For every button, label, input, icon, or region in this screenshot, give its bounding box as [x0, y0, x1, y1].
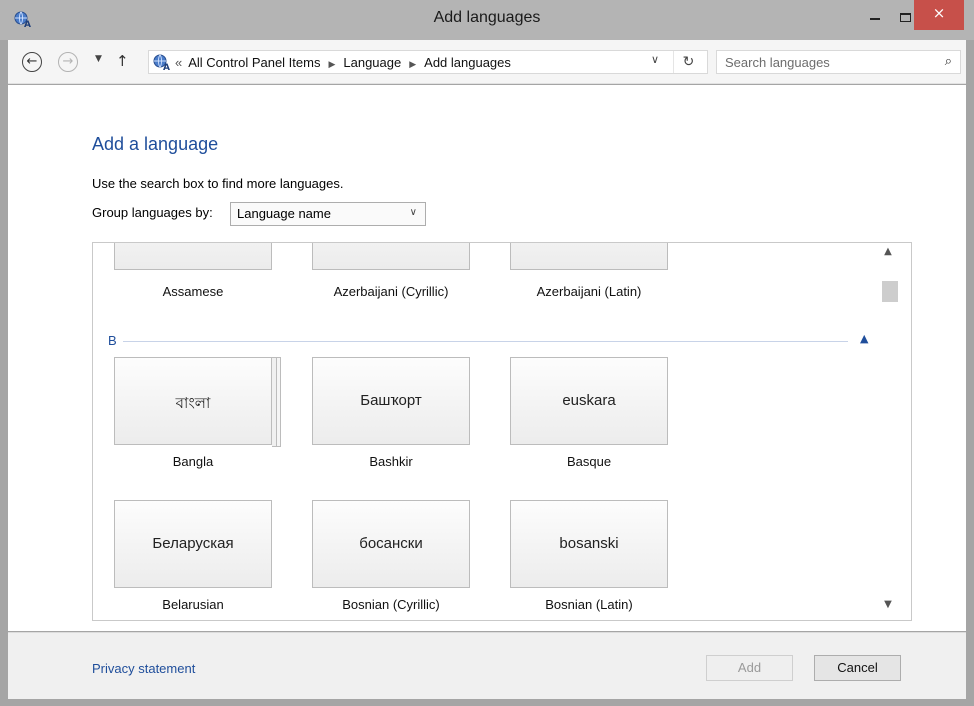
refresh-icon: ↻ [682, 54, 695, 70]
address-bar[interactable]: A « All Control Panel Items ▶ Language ▶ Add … [148, 50, 708, 74]
language-tile-basque[interactable]: euskara [510, 357, 668, 445]
dialog-footer: Privacy statement Add Cancel [8, 632, 966, 699]
language-tile-bosnian-cyrillic[interactable]: босански [312, 500, 470, 588]
forward-button[interactable]: → [58, 52, 78, 72]
breadcrumb-separator-icon[interactable]: ▶ [328, 59, 335, 69]
language-tile-azerbaijani-cyrillic[interactable] [312, 243, 470, 270]
privacy-statement-link[interactable]: Privacy statement [92, 661, 195, 676]
section-divider [123, 341, 848, 342]
language-tile-bangla[interactable]: বাংলা [114, 357, 281, 447]
breadcrumb: « All Control Panel Items ▶ Language ▶ Add la… [175, 55, 511, 70]
control-panel-globe-icon: A [153, 54, 170, 71]
maximize-icon [899, 12, 911, 22]
search-input[interactable] [725, 54, 925, 71]
language-tile-azerbaijani-latin[interactable] [510, 243, 668, 270]
main-content: Add a language Use the search box to fin… [8, 85, 966, 631]
language-native-name: Беларуская [152, 535, 234, 552]
group-by-select[interactable]: Language name ∨ [230, 202, 426, 226]
language-name[interactable]: Bashkir [312, 454, 470, 469]
scroll-down-button[interactable]: ▼ [878, 599, 898, 610]
language-tile-belarusian[interactable]: Беларуская [114, 500, 272, 588]
forward-arrow-icon: → [62, 54, 74, 69]
breadcrumb-all-control-panel-items[interactable]: All Control Panel Items [188, 55, 320, 70]
chevron-down-icon: ∨ [409, 207, 417, 218]
minimize-icon [870, 18, 880, 20]
language-native-name: bosanski [559, 535, 619, 552]
language-name[interactable]: Bangla [114, 454, 272, 469]
close-icon: × [932, 4, 946, 22]
language-tile-bosnian-latin[interactable]: bosanski [510, 500, 668, 588]
language-tile-bashkir[interactable]: Башҡорт [312, 357, 470, 445]
path-overflow-button[interactable]: « [175, 55, 182, 70]
chevron-down-icon: ▼ [884, 599, 892, 610]
language-native-name: босански [359, 535, 423, 552]
language-list[interactable]: Assamese Azerbaijani (Cyrillic) Azerbaij… [92, 242, 912, 621]
language-name[interactable]: Basque [510, 454, 668, 469]
address-history-dropdown[interactable]: ∨ [651, 53, 659, 66]
minimize-button[interactable] [860, 0, 890, 30]
collapse-section-button[interactable]: ▲ [860, 332, 868, 345]
add-button[interactable]: Add [706, 655, 793, 681]
language-name[interactable]: Bosnian (Latin) [510, 597, 668, 612]
language-native-name: euskara [562, 392, 616, 409]
page-title: Add a language [92, 134, 219, 154]
language-name[interactable]: Azerbaijani (Latin) [510, 284, 668, 299]
back-arrow-icon: ← [26, 54, 38, 69]
back-button[interactable]: ← [22, 52, 42, 72]
refresh-button[interactable]: ↻ [673, 51, 703, 73]
language-name[interactable]: Bosnian (Cyrillic) [312, 597, 470, 612]
breadcrumb-language[interactable]: Language [343, 55, 401, 70]
search-icon[interactable]: ⌕ [945, 54, 952, 69]
chevron-down-icon: ▼ [95, 54, 102, 64]
navigation-bar: ← → ▼ ↑ A « All Control Panel Items ▶ Langu… [8, 40, 966, 84]
scroll-up-button[interactable]: ▲ [878, 246, 898, 257]
breadcrumb-separator-icon[interactable]: ▶ [409, 59, 416, 69]
group-by-label: Group languages by: [92, 205, 213, 220]
language-tile-assamese[interactable] [114, 243, 272, 270]
close-button[interactable]: × [914, 0, 964, 30]
search-hint-text: Use the search box to find more language… [92, 176, 344, 191]
language-name[interactable]: Azerbaijani (Cyrillic) [312, 284, 470, 299]
cancel-button[interactable]: Cancel [814, 655, 901, 681]
scrollbar-thumb[interactable] [882, 281, 898, 302]
language-native-name: বাংলা [175, 395, 211, 412]
section-header-letter[interactable]: B [108, 333, 117, 348]
search-box[interactable]: ⌕ [716, 50, 961, 74]
language-native-name: Башҡорт [360, 392, 422, 409]
up-button[interactable]: ↑ [116, 52, 129, 70]
breadcrumb-add-languages[interactable]: Add languages [424, 55, 511, 70]
chevron-up-icon: ▲ [860, 332, 869, 345]
chevron-down-icon: ∨ [651, 53, 660, 66]
chevron-up-icon: ▲ [884, 246, 892, 257]
svg-text:A: A [163, 63, 170, 71]
recent-locations-button[interactable]: ▼ [95, 54, 102, 64]
language-name[interactable]: Assamese [114, 284, 272, 299]
add-languages-window: A Add languages × ← → ▼ ↑ A « All Control… [0, 0, 974, 706]
window-title: Add languages [433, 9, 541, 26]
up-arrow-icon: ↑ [116, 52, 129, 70]
vertical-scrollbar[interactable]: ▲ ▼ [878, 243, 898, 620]
title-bar[interactable]: A Add languages × [0, 0, 974, 40]
language-name[interactable]: Belarusian [114, 597, 272, 612]
group-by-value: Language name [237, 206, 331, 221]
